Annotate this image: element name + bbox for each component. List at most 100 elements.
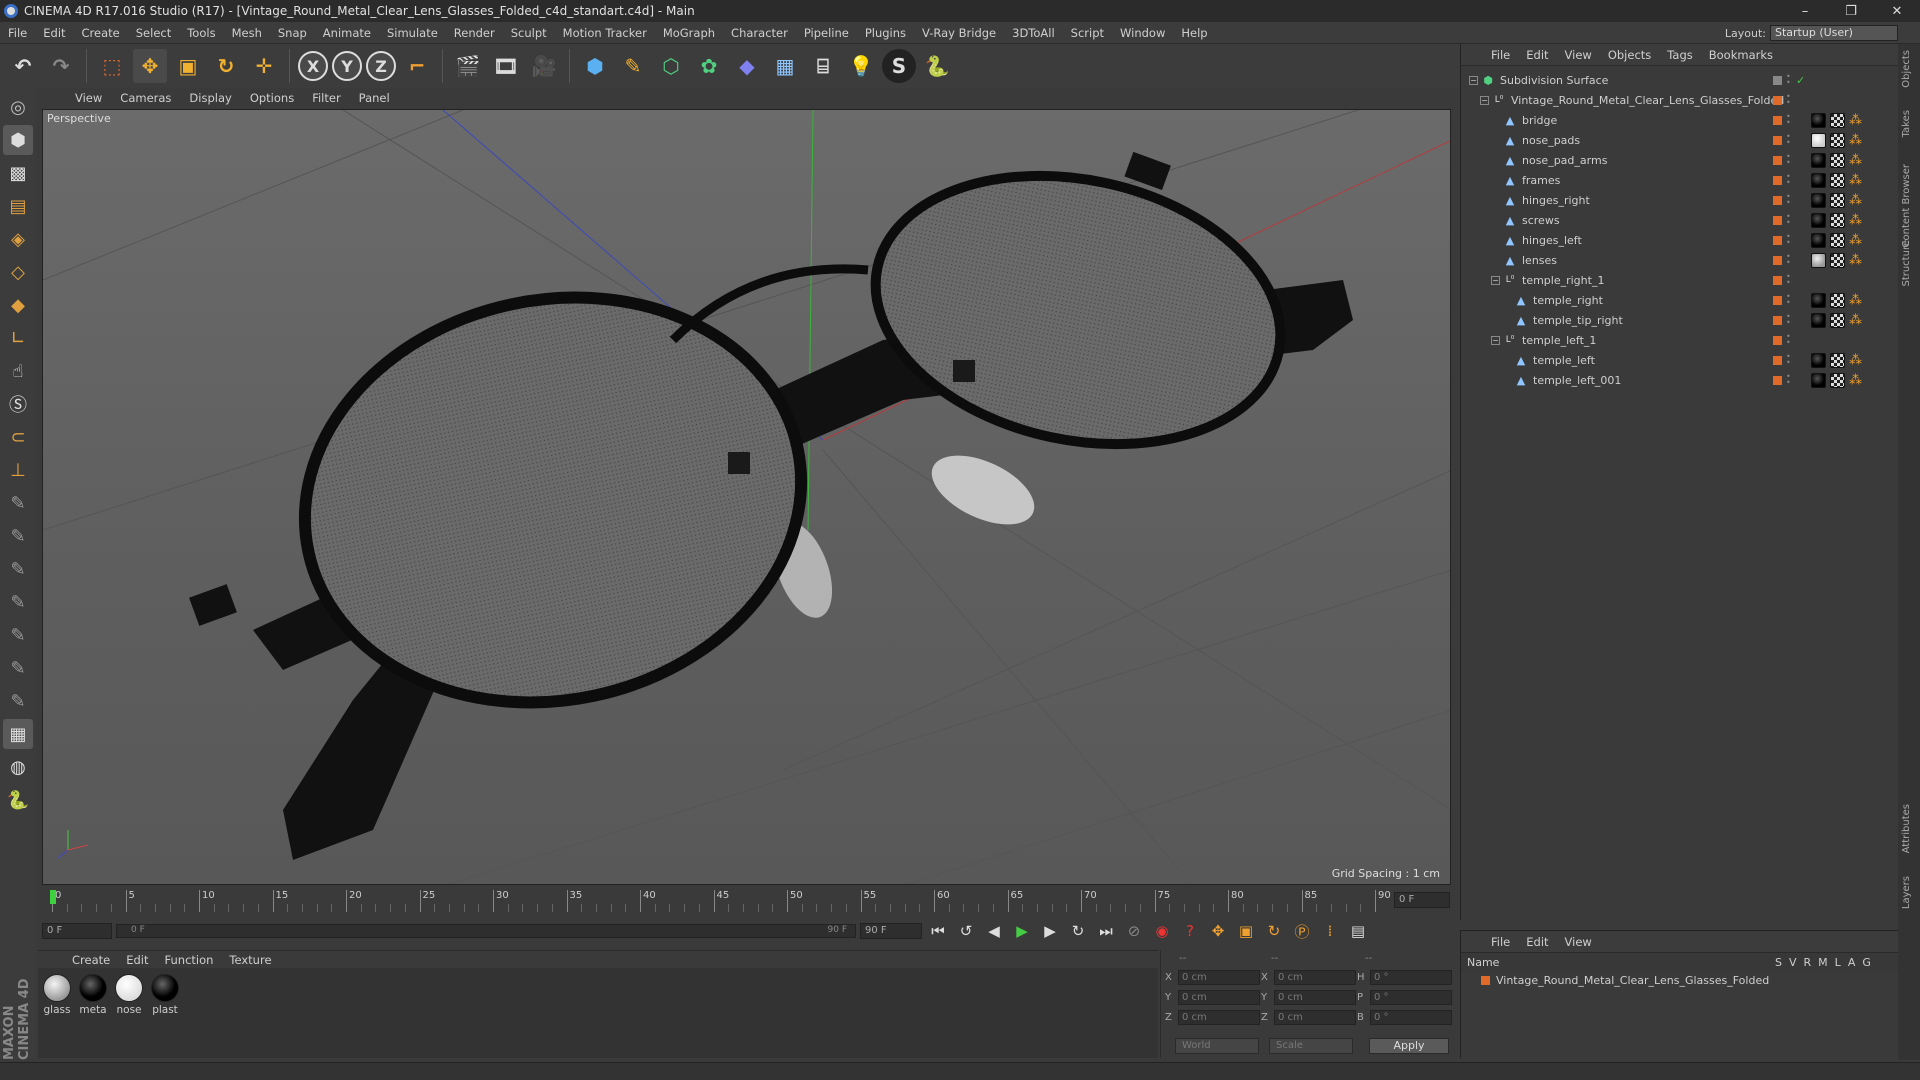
render-picture-viewer-icon[interactable]: 🎞 — [489, 49, 523, 83]
side-tab-objects[interactable]: Objects — [1901, 50, 1917, 88]
redo-icon[interactable]: ↷ — [44, 49, 78, 83]
object-menu-view[interactable]: View — [1557, 48, 1600, 62]
x-axis-icon[interactable]: X — [298, 51, 328, 81]
object-row-lenses[interactable]: ▲ lenses • • ⁂ — [1461, 250, 1899, 270]
range-slider[interactable]: 0 F 90 F — [116, 924, 856, 938]
end-frame-field[interactable]: 90 F — [860, 923, 922, 939]
sculpt-brush-3-icon[interactable]: ✎ — [3, 554, 33, 584]
render-settings-icon[interactable]: 🎥 — [527, 49, 561, 83]
editor-render-dots-icon[interactable]: • • — [1786, 353, 1792, 367]
enabled-check-icon[interactable]: ✓ — [1796, 74, 1805, 87]
snap-icon[interactable]: Ⓢ — [3, 389, 33, 419]
apply-button[interactable]: Apply — [1369, 1038, 1449, 1054]
uvw-tag-icon[interactable] — [1830, 312, 1845, 328]
editor-render-dots-icon[interactable]: • • — [1786, 113, 1792, 127]
tree-expander-icon[interactable]: − — [1491, 335, 1500, 345]
menu-item-plugins[interactable]: Plugins — [857, 26, 914, 40]
workplane-mode-icon[interactable]: ▤ — [3, 191, 33, 221]
maximize-button[interactable]: ❐ — [1828, 0, 1874, 22]
layer-row[interactable]: Vintage_Round_Metal_Clear_Lens_Glasses_F… — [1461, 971, 1899, 989]
phong-tag-icon[interactable]: ⁂ — [1849, 133, 1864, 148]
light-icon[interactable]: 💡 — [844, 49, 878, 83]
camera-icon[interactable]: ⌸ — [806, 49, 840, 83]
material-tag-icon[interactable] — [1811, 352, 1826, 368]
layer-menu-edit[interactable]: Edit — [1518, 935, 1556, 949]
goto-start-icon[interactable]: ⏮ — [926, 920, 950, 942]
editor-render-dots-icon[interactable]: • • — [1786, 253, 1792, 267]
coord-value-field[interactable]: 0 ° — [1370, 1010, 1452, 1025]
coord-value-field[interactable]: 0 cm — [1178, 1010, 1260, 1025]
axis-mode-icon[interactable]: ∟ — [3, 323, 33, 353]
material-tag-icon[interactable] — [1811, 152, 1826, 168]
editor-render-dots-icon[interactable]: • • — [1786, 73, 1792, 87]
cube-primitive-icon[interactable]: ⬢ — [578, 49, 612, 83]
minimize-button[interactable]: – — [1782, 0, 1828, 22]
menu-item-simulate[interactable]: Simulate — [379, 26, 446, 40]
menu-item-snap[interactable]: Snap — [270, 26, 315, 40]
menu-item-render[interactable]: Render — [446, 26, 503, 40]
key-scale-icon[interactable]: ▣ — [1234, 920, 1258, 942]
material-meta[interactable]: meta — [78, 974, 108, 1052]
phong-tag-icon[interactable]: ⁂ — [1849, 293, 1864, 308]
phong-tag-icon[interactable]: ⁂ — [1849, 153, 1864, 168]
phong-tag-icon[interactable]: ⁂ — [1849, 213, 1864, 228]
object-row-temple-right[interactable]: ▲ temple_right • • ⁂ — [1461, 290, 1899, 310]
material-tag-icon[interactable] — [1811, 292, 1826, 308]
menu-item-character[interactable]: Character — [723, 26, 796, 40]
editor-render-dots-icon[interactable]: • • — [1786, 193, 1792, 207]
coord-value-field[interactable]: 0 cm — [1178, 990, 1260, 1005]
sculpt-brush-1-icon[interactable]: ✎ — [3, 488, 33, 518]
uvw-tag-icon[interactable] — [1830, 252, 1845, 268]
editor-render-dots-icon[interactable]: • • — [1786, 93, 1792, 107]
side-tab-takes[interactable]: Takes — [1901, 110, 1917, 137]
undo-icon[interactable]: ↶ — [6, 49, 40, 83]
object-menu-edit[interactable]: Edit — [1518, 48, 1556, 62]
uvw-tag-icon[interactable] — [1830, 132, 1845, 148]
goto-end-icon[interactable]: ⏭ — [1094, 920, 1118, 942]
editor-render-dots-icon[interactable]: • • — [1786, 313, 1792, 327]
object-row-temple-left-1[interactable]: − L⁰ temple_left_1 • • — [1461, 330, 1899, 350]
material-menu-edit[interactable]: Edit — [118, 953, 156, 967]
object-row-hinges-right[interactable]: ▲ hinges_right • • ⁂ — [1461, 190, 1899, 210]
perspective-viewport[interactable]: Perspective Grid Spacing : 1 cm — [42, 109, 1451, 885]
viewport-menu-panel[interactable]: Panel — [350, 91, 399, 105]
material-tag-icon[interactable] — [1811, 252, 1826, 268]
coord-value-field[interactable]: 0 cm — [1274, 990, 1356, 1005]
object-menu-tags[interactable]: Tags — [1659, 48, 1700, 62]
editor-render-dots-icon[interactable]: • • — [1786, 233, 1792, 247]
magnet-icon[interactable]: ⊂ — [3, 422, 33, 452]
phong-tag-icon[interactable]: ⁂ — [1849, 253, 1864, 268]
sculpt-brush-2-icon[interactable]: ✎ — [3, 521, 33, 551]
uvw-tag-icon[interactable] — [1830, 112, 1845, 128]
y-axis-icon[interactable]: Y — [332, 51, 362, 81]
object-row-screws[interactable]: ▲ screws • • ⁂ — [1461, 210, 1899, 230]
object-row-nose-pad-arms[interactable]: ▲ nose_pad_arms • • ⁂ — [1461, 150, 1899, 170]
texture-mode-icon[interactable]: ▩ — [3, 158, 33, 188]
uvw-tag-icon[interactable] — [1830, 212, 1845, 228]
layer-menu-view[interactable]: View — [1557, 935, 1600, 949]
uvw-tag-icon[interactable] — [1830, 372, 1845, 388]
editor-render-dots-icon[interactable]: • • — [1786, 273, 1792, 287]
phong-tag-icon[interactable]: ⁂ — [1849, 353, 1864, 368]
material-tag-icon[interactable] — [1811, 212, 1826, 228]
material-menu-texture[interactable]: Texture — [221, 953, 279, 967]
side-tab-attributes[interactable]: Attributes — [1901, 804, 1917, 853]
material-glass[interactable]: glass — [42, 974, 72, 1052]
coord-value-field[interactable]: 0 cm — [1274, 1010, 1356, 1025]
object-row-bridge[interactable]: ▲ bridge • • ⁂ — [1461, 110, 1899, 130]
uvw-tag-icon[interactable] — [1830, 232, 1845, 248]
key-pla-icon[interactable]: ⁞ — [1318, 920, 1342, 942]
python-icon[interactable]: 🐍 — [920, 49, 954, 83]
start-frame-field[interactable]: 0 F — [42, 923, 112, 939]
deformer-icon[interactable]: ◆ — [730, 49, 764, 83]
close-button[interactable]: ✕ — [1874, 0, 1920, 22]
viewport-menu-options[interactable]: Options — [241, 91, 303, 105]
tree-expander-icon[interactable]: − — [1480, 95, 1489, 105]
viewport-menu-display[interactable]: Display — [180, 91, 240, 105]
render-view-icon[interactable]: 🎬 — [451, 49, 485, 83]
coord-value-field[interactable]: 0 ° — [1370, 990, 1452, 1005]
menu-item-create[interactable]: Create — [74, 26, 128, 40]
object-row-frames[interactable]: ▲ frames • • ⁂ — [1461, 170, 1899, 190]
grid-snap-icon[interactable]: ⊥ — [3, 455, 33, 485]
layer-menu-file[interactable]: File — [1483, 935, 1518, 949]
